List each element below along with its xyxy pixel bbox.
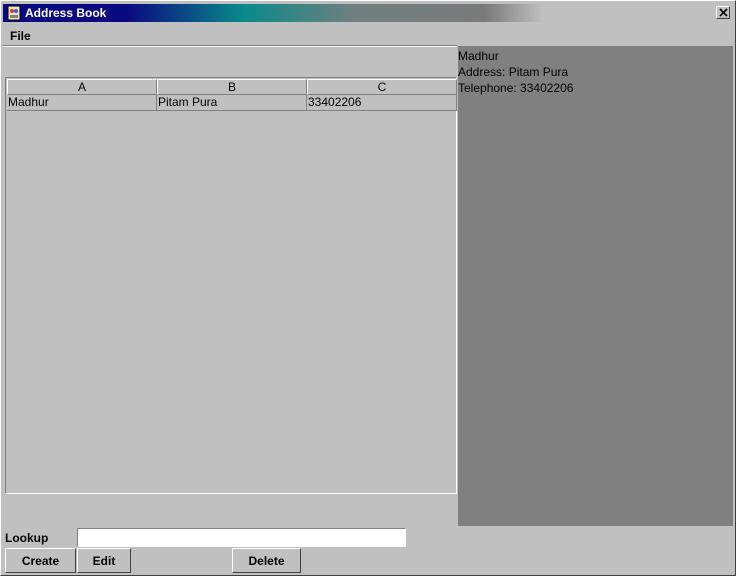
- address-book-icon: [6, 5, 22, 21]
- column-header-a[interactable]: A: [7, 79, 157, 95]
- delete-button[interactable]: Delete: [232, 548, 301, 573]
- table-cell-name[interactable]: Madhur: [7, 95, 157, 111]
- contact-details-panel: Madhur Address: Pitam Pura Telephone: 33…: [458, 46, 733, 526]
- lookup-input[interactable]: [77, 528, 406, 547]
- column-header-b[interactable]: B: [157, 79, 307, 95]
- table-cell-address[interactable]: Pitam Pura: [157, 95, 307, 111]
- menu-bar: File: [3, 27, 733, 45]
- detail-address: Address: Pitam Pura: [458, 65, 569, 79]
- create-button[interactable]: Create: [5, 548, 76, 573]
- contacts-table[interactable]: A B C Madhur Pitam Pura 33402206: [5, 77, 457, 494]
- detail-telephone: Telephone: 33402206: [458, 81, 574, 95]
- table-header: A B C: [7, 79, 457, 95]
- column-header-c[interactable]: C: [307, 79, 457, 95]
- close-icon: [719, 8, 728, 17]
- detail-name: Madhur: [458, 49, 499, 63]
- menu-file[interactable]: File: [10, 28, 31, 44]
- title-bar[interactable]: Address Book: [3, 4, 733, 22]
- close-button[interactable]: [716, 6, 730, 19]
- address-book-window: Address Book File A B C Madhur Pitam Pur…: [0, 0, 736, 576]
- edit-button[interactable]: Edit: [77, 548, 131, 573]
- lookup-label: Lookup: [5, 531, 49, 545]
- table-cell-telephone[interactable]: 33402206: [307, 95, 457, 111]
- window-title: Address Book: [25, 6, 107, 20]
- table-row[interactable]: Madhur Pitam Pura 33402206: [7, 95, 457, 111]
- menu-separator: [3, 45, 457, 47]
